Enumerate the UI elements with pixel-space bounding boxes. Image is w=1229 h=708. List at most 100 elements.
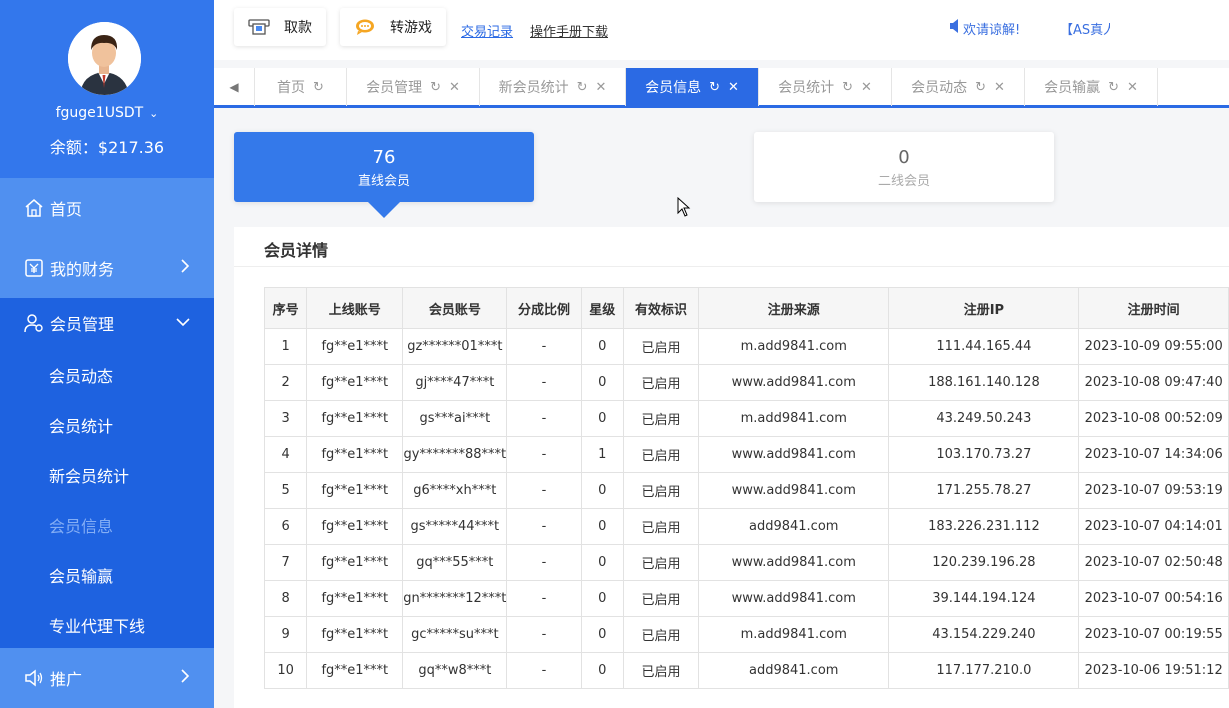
chevron-right-icon <box>180 669 190 687</box>
close-icon[interactable]: ✕ <box>1127 80 1138 95</box>
sidebar-item-finance[interactable]: 我的财务 <box>0 238 214 298</box>
refresh-icon[interactable]: ↻ <box>842 80 853 95</box>
table-cell: 已启用 <box>622 436 700 473</box>
members-table: 序号 上线账号 会员账号 分成比例 星级 有效标识 注册来源 注册IP 注册时间 1 fg**e1… <box>263 287 1229 689</box>
sidebar-subitem-member-winloss[interactable]: 会员输赢 <box>49 563 113 587</box>
close-icon[interactable]: ✕ <box>449 80 460 95</box>
tab-bar: ◀ 首页 ↻ 会员管理 ↻ ✕ 新会员统计 ↻ ✕ 会员信息 ↻ ✕ 会员统计 ↻ ✕ 会员动态 ↻… <box>214 68 1229 108</box>
username: fguge1USDT <box>55 105 144 121</box>
table-cell: 2023-10-07 00:19:55 <box>1078 616 1229 653</box>
chevron-down-icon: ⌄ <box>149 107 159 120</box>
sidebar-subitem-member-info[interactable]: 会员信息 <box>49 513 113 537</box>
table-cell: 0 <box>580 616 624 653</box>
home-icon <box>24 198 44 218</box>
table-cell: 9 <box>263 616 308 653</box>
table-row: 6 fg**e1***t gs*****44***t -0 已启用 add9841.com… <box>263 508 1229 545</box>
column-header: 序号 <box>263 287 308 329</box>
tab-member-info[interactable]: 会员信息 ↻ ✕ <box>626 68 759 106</box>
withdraw-icon <box>248 18 270 36</box>
table-cell: 7 <box>263 544 308 581</box>
refresh-icon[interactable]: ↻ <box>975 80 986 95</box>
refresh-icon[interactable]: ↻ <box>430 80 441 95</box>
mouse-cursor-icon <box>677 197 691 217</box>
manual-download-link[interactable]: 操作手册下载 <box>530 21 608 40</box>
withdraw-label: 取款 <box>284 20 312 36</box>
table-cell: 2 <box>263 364 308 401</box>
table-cell: 43.249.50.243 <box>888 400 1080 437</box>
table-cell: gz******01***t <box>402 328 508 365</box>
table-cell: 3 <box>263 400 308 437</box>
direct-members-count: 76 <box>372 147 396 168</box>
table-cell: 4 <box>263 436 308 473</box>
close-icon[interactable]: ✕ <box>596 80 607 95</box>
table-cell: 2023-10-06 19:51:12 <box>1078 652 1229 689</box>
speaker-icon <box>24 668 44 688</box>
transfer-game-button[interactable]: 转游戏 <box>340 8 446 46</box>
table-cell: fg**e1***t <box>306 364 404 401</box>
table-cell: gs*****44***t <box>402 508 508 545</box>
sidebar-subitem-member-activity[interactable]: 会员动态 <box>49 363 113 387</box>
sidebar-item-promotion[interactable]: 推广 <box>0 648 214 708</box>
refresh-icon[interactable]: ↻ <box>577 80 588 95</box>
table-cell: 0 <box>580 652 624 689</box>
table-cell: 2023-10-09 09:55:00 <box>1078 328 1229 365</box>
table-cell: 已启用 <box>622 508 700 545</box>
chevron-down-icon <box>176 315 190 331</box>
table-cell: 已启用 <box>622 544 700 581</box>
table-cell: 已启用 <box>622 328 700 365</box>
table-cell: 0 <box>580 580 624 617</box>
refresh-icon[interactable]: ↻ <box>1108 80 1119 95</box>
refresh-icon[interactable]: ↻ <box>313 80 324 95</box>
table-cell: - <box>506 508 582 545</box>
table-cell: 2023-10-07 04:14:01 <box>1078 508 1229 545</box>
tab-label: 首页 <box>277 80 306 96</box>
table-cell: 2023-10-07 00:54:16 <box>1078 580 1229 617</box>
table-cell: www.add9841.com <box>698 472 890 509</box>
table-cell: 已启用 <box>622 364 700 401</box>
column-header: 有效标识 <box>622 287 700 329</box>
tab-new-member-stats[interactable]: 新会员统计 ↻ ✕ <box>480 68 626 106</box>
second-level-members-card[interactable]: 0 二线会员 <box>754 132 1054 202</box>
sidebar-subitem-new-member-stats[interactable]: 新会员统计 <box>49 463 129 487</box>
table-cell: m.add9841.com <box>698 400 890 437</box>
username-dropdown[interactable]: fguge1USDT ⌄ <box>0 105 214 121</box>
trade-record-link[interactable]: 交易记录 <box>461 21 513 40</box>
tab-member-stats[interactable]: 会员统计 ↻ ✕ <box>759 68 892 106</box>
table-cell: www.add9841.com <box>698 544 890 581</box>
table-cell: - <box>506 544 582 581</box>
tab-member-activity[interactable]: 会员动态 ↻ ✕ <box>892 68 1025 106</box>
second-level-members-label: 二线会员 <box>877 174 930 189</box>
balance-text: 余额：$217.36 <box>49 138 165 157</box>
marquee-notice-2: 【AS真人 <box>1060 23 1110 38</box>
sidebar-subitem-pro-agent[interactable]: 专业代理下线 <box>49 613 145 637</box>
close-icon[interactable]: ✕ <box>728 80 739 95</box>
withdraw-button[interactable]: 取款 <box>234 8 326 46</box>
table-row: 7 fg**e1***t gq***55***t -0 已启用 www.add9841.c… <box>263 544 1229 581</box>
avatar[interactable] <box>68 22 141 95</box>
table-cell: fg**e1***t <box>306 328 404 365</box>
table-cell: fg**e1***t <box>306 436 404 473</box>
transfer-game-label: 转游戏 <box>390 20 432 36</box>
table-cell: 0 <box>580 544 624 581</box>
tab-home[interactable]: 首页 ↻ <box>255 68 347 106</box>
tab-member-management[interactable]: 会员管理 ↻ ✕ <box>347 68 480 106</box>
refresh-icon[interactable]: ↻ <box>709 80 720 95</box>
table-row: 9 fg**e1***t gc*****su***t -0 已启用 m.add9841.c… <box>263 616 1229 653</box>
table-cell: gj****47***t <box>402 364 508 401</box>
tab-scroll-left-button[interactable]: ◀ <box>214 68 255 106</box>
second-level-members-count: 0 <box>898 147 910 168</box>
direct-members-card[interactable]: 76 直线会员 <box>234 132 534 202</box>
sidebar-item-home[interactable]: 首页 <box>0 178 214 238</box>
tab-label: 会员管理 <box>366 80 423 96</box>
direct-members-label: 直线会员 <box>357 174 410 189</box>
table-cell: - <box>506 616 582 653</box>
sidebar-subitem-member-stats[interactable]: 会员统计 <box>49 413 113 437</box>
table-row: 3 fg**e1***t gs***ai***t -0 已启用 m.add9841.com… <box>263 400 1229 437</box>
table-cell: fg**e1***t <box>306 400 404 437</box>
sidebar-item-label: 我的财务 <box>50 260 115 279</box>
tab-member-winloss[interactable]: 会员输赢 ↻ ✕ <box>1025 68 1158 106</box>
close-icon[interactable]: ✕ <box>861 80 872 95</box>
sidebar-item-member-management[interactable]: 会员管理 <box>0 298 214 348</box>
close-icon[interactable]: ✕ <box>994 80 1005 95</box>
table-cell: - <box>506 436 582 473</box>
